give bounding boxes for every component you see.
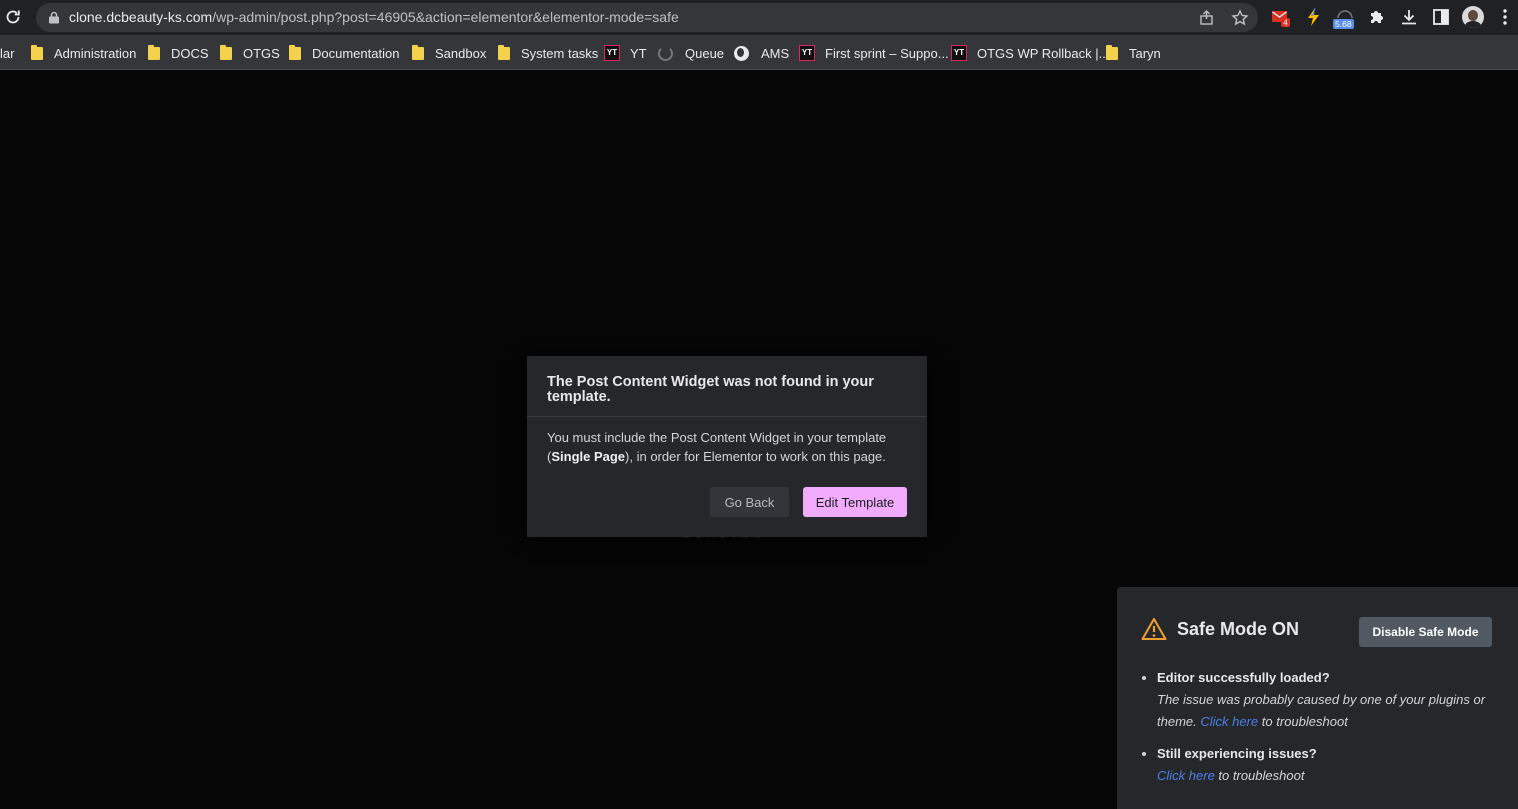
queue-icon xyxy=(658,45,673,61)
bookmark-label: AMS xyxy=(761,45,790,61)
bookmark-administration[interactable]: Administration xyxy=(31,44,136,62)
dialog-message-end: ), in order for Elementor to work on thi… xyxy=(625,449,886,464)
missing-widget-dialog: The Post Content Widget was not found in… xyxy=(527,356,927,537)
bookmark-queue[interactable]: Queue xyxy=(658,44,724,62)
bookmark-label: OTGS xyxy=(243,45,280,61)
bookmark-otgs[interactable]: OTGS xyxy=(220,44,280,62)
edit-template-button[interactable]: Edit Template xyxy=(803,487,907,517)
troubleshoot-link[interactable]: Click here xyxy=(1200,714,1258,729)
folder-icon xyxy=(412,44,424,60)
dialog-buttons: Go Back Edit Template xyxy=(710,487,907,517)
avatar-shoulders xyxy=(1465,21,1481,28)
bookmark-label: Documentation xyxy=(312,45,400,61)
lock-icon[interactable] xyxy=(48,11,60,24)
safe-mode-header: Safe Mode ON xyxy=(1141,617,1299,641)
bookmark-label: OTGS WP Rollback |... xyxy=(977,45,1110,61)
bookmark-lar[interactable]: lar xyxy=(0,44,14,62)
reload-icon[interactable] xyxy=(4,8,22,26)
bookmark-label: Taryn xyxy=(1129,45,1161,61)
troubleshoot-link[interactable]: Click here xyxy=(1157,768,1215,783)
bookmark-documentation[interactable]: Documentation xyxy=(289,44,399,62)
bookmark-docs[interactable]: DOCS xyxy=(148,44,209,62)
folder-icon xyxy=(148,44,160,60)
safe-mode-title: Safe Mode ON xyxy=(1177,618,1300,639)
globe-icon xyxy=(734,45,749,61)
bookmark-label: First sprint – Suppo... xyxy=(825,45,949,61)
safe-mode-panel: Safe Mode ON Disable Safe Mode Editor su… xyxy=(1117,587,1518,809)
tip-still-issues: Still experiencing issues? Click here to… xyxy=(1157,743,1502,787)
address-bar[interactable]: clone.dcbeauty-ks.com/wp-admin/post.php?… xyxy=(36,3,1258,32)
bookmarks-bar: lar Administration DOCS OTGS Documentati… xyxy=(0,35,1518,70)
tip-editor-loaded: Editor successfully loaded? The issue wa… xyxy=(1157,667,1502,733)
warning-icon xyxy=(1141,618,1167,640)
bookmark-taryn[interactable]: Taryn xyxy=(1106,44,1161,62)
bookmark-system-tasks[interactable]: System tasks xyxy=(498,44,598,62)
dialog-title: The Post Content Widget was not found in… xyxy=(547,374,874,405)
bookmark-first-sprint[interactable]: YT First sprint – Suppo... xyxy=(799,44,949,62)
bookmark-label: lar xyxy=(0,45,15,61)
bookmark-label: System tasks xyxy=(521,45,599,61)
disable-safe-mode-button[interactable]: Disable Safe Mode xyxy=(1359,617,1492,647)
speed-extension-icon[interactable]: 5.68 xyxy=(1333,7,1357,29)
youtrack-icon: YT xyxy=(799,45,815,61)
dialog-header: The Post Content Widget was not found in… xyxy=(527,356,927,417)
bookmark-sandbox[interactable]: Sandbox xyxy=(412,44,486,62)
tip-after-link: to troubleshoot xyxy=(1218,768,1305,783)
avatar-face xyxy=(1468,10,1478,21)
tip-question: Still experiencing issues? xyxy=(1157,746,1317,761)
go-back-button[interactable]: Go Back xyxy=(710,487,789,517)
mail-badge: 4 xyxy=(1283,19,1288,28)
folder-icon xyxy=(289,44,301,60)
url-text[interactable]: clone.dcbeauty-ks.com/wp-admin/post.php?… xyxy=(69,9,679,25)
bookmark-ams[interactable]: AMS xyxy=(734,44,789,62)
folder-icon xyxy=(1106,44,1118,60)
browser-toolbar: clone.dcbeauty-ks.com/wp-admin/post.php?… xyxy=(0,0,1518,35)
bookmark-label: Queue xyxy=(685,45,725,61)
share-icon[interactable] xyxy=(1198,9,1216,27)
dialog-message-template-type: Single Page xyxy=(551,449,626,464)
bookmark-otgs-wp-rollback[interactable]: YT OTGS WP Rollback |... xyxy=(951,44,1109,62)
side-panel-icon[interactable] xyxy=(1431,7,1451,27)
dialog-message: You must include the Post Content Widget… xyxy=(527,417,927,466)
extension-badge: 5.68 xyxy=(1333,19,1354,29)
lightning-extension-icon[interactable] xyxy=(1304,7,1324,27)
youtrack-icon: YT xyxy=(951,45,967,61)
folder-icon xyxy=(498,44,510,60)
bookmark-label: YT xyxy=(630,45,647,61)
download-icon[interactable] xyxy=(1399,7,1419,27)
safe-mode-tips: Editor successfully loaded? The issue wa… xyxy=(1157,667,1502,797)
menu-kebab-icon[interactable] xyxy=(1495,7,1515,27)
tip-question: Editor successfully loaded? xyxy=(1157,670,1330,685)
extensions-puzzle-icon[interactable] xyxy=(1367,7,1387,27)
star-icon[interactable] xyxy=(1231,9,1249,27)
gmail-icon[interactable]: 4 xyxy=(1271,7,1291,27)
bookmark-yt[interactable]: YT YT xyxy=(604,44,647,62)
bookmark-label: DOCS xyxy=(171,45,209,61)
tip-after-link: to troubleshoot xyxy=(1261,714,1348,729)
bookmark-label: Administration xyxy=(54,45,137,61)
profile-avatar[interactable] xyxy=(1462,6,1484,28)
folder-icon xyxy=(31,44,43,60)
bookmark-label: Sandbox xyxy=(435,45,487,61)
folder-icon xyxy=(220,44,232,60)
youtrack-icon: YT xyxy=(604,45,620,61)
